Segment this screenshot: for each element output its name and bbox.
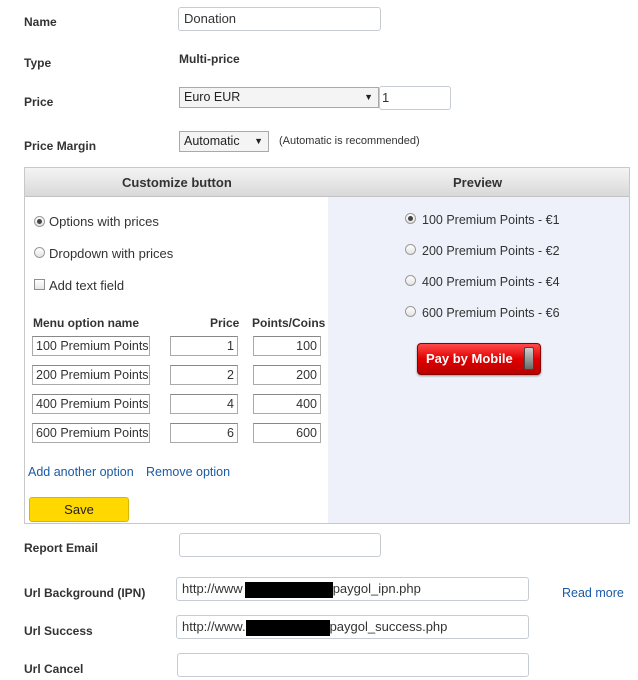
remove-option-link[interactable]: Remove option [146,465,230,479]
option-price-input[interactable]: 4 [170,394,238,414]
preview-radio[interactable] [405,275,416,286]
add-another-option-link[interactable]: Add another option [28,465,134,479]
options-with-prices-radio[interactable] [34,216,45,227]
report-email-label: Report Email [24,541,99,555]
currency-select[interactable]: Euro EUR ▼ [179,87,379,108]
type-value: Multi-price [179,52,240,66]
report-email-input[interactable] [179,533,381,557]
col-price: Price [210,316,240,330]
add-text-field-checkbox[interactable] [34,279,45,290]
cancel-url-label: Url Cancel [24,662,84,676]
ipn-url-label: Url Background (IPN) [24,586,146,600]
ipn-url-suffix: paygol_ipn.php [332,581,421,596]
currency-select-value: Euro EUR [184,90,241,104]
col-points: Points/Coins [252,316,326,330]
ipn-url-prefix: http://www [182,581,243,596]
customize-header: Customize button [122,175,232,190]
option-name-input[interactable]: 200 Premium Points [32,365,150,385]
col-menu-option-name: Menu option name [33,316,139,330]
option-price-input[interactable]: 2 [170,365,238,385]
preview-option: 200 Premium Points - €2 [422,244,560,258]
redacted-block [245,619,330,636]
option-points-input[interactable]: 100 [253,336,321,356]
pay-by-mobile-button[interactable]: Pay by Mobile [417,343,541,375]
success-url-input[interactable]: http://www. paygol_success.php [176,615,529,639]
type-label: Type [24,56,52,70]
success-url-prefix: http://www. [182,619,246,634]
option-name-input[interactable]: 600 Premium Points [32,423,150,443]
options-with-prices-label: Options with prices [49,214,159,229]
option-price-input[interactable]: 1 [170,336,238,356]
option-points-input[interactable]: 400 [253,394,321,414]
preview-option: 100 Premium Points - €1 [422,213,560,227]
preview-option: 400 Premium Points - €4 [422,275,560,289]
option-name-input[interactable]: 100 Premium Points [32,336,150,356]
preview-radio[interactable] [405,213,416,224]
price-input[interactable]: 1 [379,86,451,110]
price-margin-label: Price Margin [24,139,97,153]
preview-option: 600 Premium Points - €6 [422,306,560,320]
dropdown-with-prices-label: Dropdown with prices [49,246,174,261]
price-label: Price [24,95,54,109]
panel-header: Customize button Preview [25,168,629,197]
save-button[interactable]: Save [29,497,129,522]
price-margin-hint: (Automatic is recommended) [279,135,420,147]
dropdown-arrow-icon: ▼ [364,92,373,102]
option-name-input[interactable]: 400 Premium Points [32,394,150,414]
cancel-url-input[interactable] [177,653,529,677]
preview-radio[interactable] [405,306,416,317]
preview-header: Preview [453,175,503,190]
dropdown-arrow-icon: ▼ [254,136,263,146]
dropdown-with-prices-radio[interactable] [34,247,45,258]
pay-by-mobile-label: Pay by Mobile [426,351,513,366]
name-label: Name [24,15,57,29]
preview-radio[interactable] [405,244,416,255]
option-price-input[interactable]: 6 [170,423,238,443]
redacted-block [244,581,333,598]
success-url-suffix: paygol_success.php [329,619,448,634]
customize-panel: Customize button Preview Options with pr… [24,167,630,524]
option-points-input[interactable]: 600 [253,423,321,443]
add-text-field-label: Add text field [49,278,125,293]
ipn-url-input[interactable]: http://www paygol_ipn.php [176,577,529,601]
name-input[interactable]: Donation [178,7,381,31]
read-more-link[interactable]: Read more [562,586,624,600]
price-margin-value: Automatic [184,134,240,148]
option-points-input[interactable]: 200 [253,365,321,385]
success-url-label: Url Success [24,624,93,638]
mobile-phone-icon [524,347,534,370]
price-margin-select[interactable]: Automatic ▼ [179,131,269,152]
